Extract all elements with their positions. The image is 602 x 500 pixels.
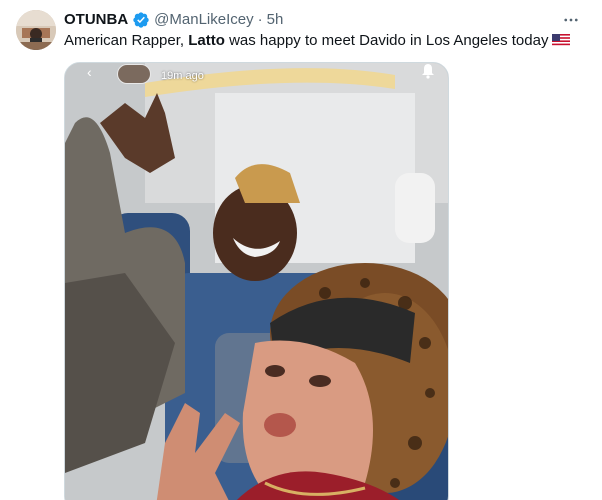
notification-bell-icon <box>420 63 436 79</box>
story-timestamp: 19m ago <box>161 70 204 82</box>
author-handle[interactable]: @ManLikeIcey <box>154 10 253 30</box>
tweet-text-part2: was happy to meet Davido in Los Angeles … <box>224 32 549 49</box>
more-options-icon[interactable] <box>560 10 582 30</box>
tweet-timestamp[interactable]: 5h <box>267 10 284 30</box>
author-name[interactable]: OTUNBA <box>64 10 128 30</box>
back-arrow-icon: ‹ <box>87 64 92 80</box>
tweet-text-part1: American Rapper, <box>64 32 189 49</box>
story-avatar <box>117 64 151 84</box>
tweet-text-bold[interactable]: Latto <box>188 32 225 49</box>
separator-dot: · <box>257 11 263 28</box>
tweet[interactable]: OTUNBA @ManLikeIcey · 5h American Rapper… <box>0 0 602 500</box>
tweet-photo[interactable]: ‹ 19m ago <box>64 62 449 500</box>
tweet-header: OTUNBA @ManLikeIcey · 5h <box>64 10 283 30</box>
verified-badge-icon <box>132 11 150 29</box>
author-avatar[interactable] <box>16 10 56 50</box>
tweet-text: American Rapper, Latto was happy to meet… <box>64 31 571 53</box>
us-flag-icon <box>552 33 571 53</box>
